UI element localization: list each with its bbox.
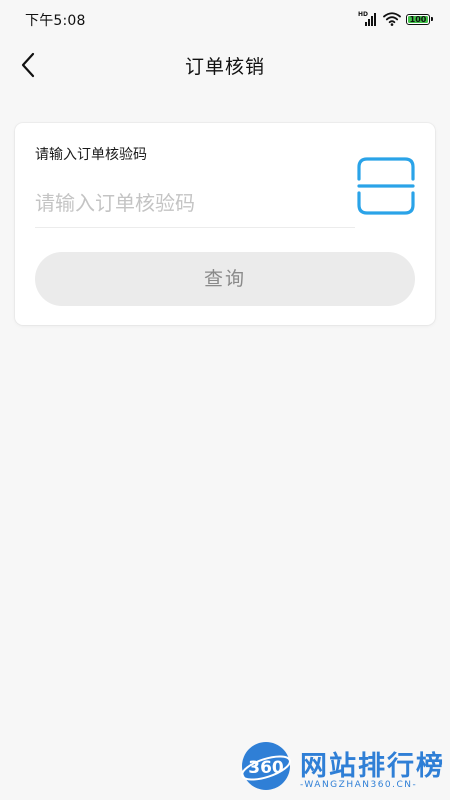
- scan-button[interactable]: [355, 155, 417, 217]
- page-title: 订单核销: [184, 56, 265, 78]
- verify-card: 请输入订单核验码 查询: [15, 123, 435, 325]
- verify-code-input[interactable]: [35, 181, 355, 225]
- signal-icon: HD: [358, 11, 378, 26]
- input-divider: [35, 227, 355, 228]
- status-time: 下午5:08: [25, 13, 86, 29]
- scan-icon: [357, 157, 415, 215]
- watermark-logo-text: 360: [248, 758, 284, 778]
- query-button[interactable]: 查询: [35, 252, 415, 306]
- header: 订单核销: [0, 40, 450, 90]
- watermark-subtitle: -WANGZHAN360.CN-: [300, 780, 418, 790]
- signal-hd-label: HD: [358, 11, 369, 18]
- battery-icon: 100: [406, 13, 433, 25]
- watermark-logo: 360 网站排行榜 -WANGZHAN360.CN-: [240, 740, 448, 798]
- battery-level: 100: [409, 14, 427, 24]
- verify-code-label: 请输入订单核验码: [35, 147, 147, 163]
- wifi-icon: [383, 12, 401, 26]
- status-bar: 下午5:08 HD 100: [0, 0, 450, 36]
- watermark-title: 网站排行榜: [300, 751, 445, 782]
- watermark-360-icon: 360: [241, 742, 291, 790]
- status-icons: HD 100: [358, 11, 433, 27]
